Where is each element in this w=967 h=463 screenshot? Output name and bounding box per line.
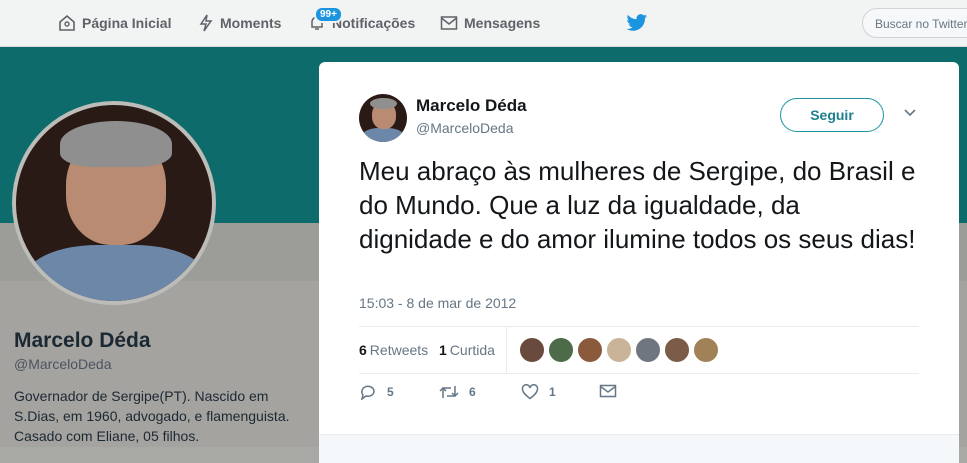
chevron-down-icon[interactable] bbox=[903, 108, 917, 118]
nav-home-label: Página Inicial bbox=[82, 15, 172, 31]
top-navigation-bar: Página Inicial Moments Notificações 99+ … bbox=[0, 0, 967, 47]
profile-avatar[interactable] bbox=[12, 101, 216, 305]
lightning-icon bbox=[199, 14, 213, 32]
profile-name: Marcelo Déda bbox=[14, 329, 151, 352]
tweet-actions: 5 6 1 bbox=[359, 384, 659, 408]
envelope-icon bbox=[599, 384, 617, 398]
direct-message-button[interactable] bbox=[599, 384, 627, 398]
engager-avatar[interactable] bbox=[577, 337, 603, 363]
nav-messages[interactable]: Mensagens bbox=[440, 0, 540, 46]
profile-handle[interactable]: @MarceloDeda bbox=[14, 356, 111, 372]
nav-messages-label: Mensagens bbox=[464, 15, 541, 31]
likes-label: Curtida bbox=[449, 342, 495, 358]
twitter-bird-icon[interactable] bbox=[626, 13, 648, 33]
tweet-text: Meu abraço às mulheres de Sergipe, do Br… bbox=[359, 156, 916, 254]
tweet-modal: Marcelo Déda @MarceloDeda Seguir Meu abr… bbox=[319, 62, 959, 463]
engager-avatar[interactable] bbox=[693, 337, 719, 363]
like-count: 1 bbox=[549, 385, 556, 399]
reply-count: 5 bbox=[387, 385, 394, 399]
engager-avatar[interactable] bbox=[635, 337, 661, 363]
retweets-label: Retweets bbox=[369, 342, 429, 358]
retweets-stat[interactable]: 6 Retweets bbox=[359, 327, 428, 373]
reply-icon bbox=[360, 385, 375, 400]
tweet-author-handle[interactable]: @MarceloDeda bbox=[416, 120, 513, 136]
nav-moments-label: Moments bbox=[220, 15, 282, 31]
tweet-author-name[interactable]: Marcelo Déda bbox=[416, 96, 527, 116]
engager-avatar[interactable] bbox=[548, 337, 574, 363]
follow-button[interactable]: Seguir bbox=[780, 98, 884, 132]
retweets-count: 6 bbox=[359, 342, 367, 358]
engager-avatar[interactable] bbox=[606, 337, 632, 363]
nav-moments[interactable]: Moments bbox=[198, 0, 281, 46]
tweet-stats: 6 Retweets 1 Curtida bbox=[359, 326, 919, 374]
notifications-badge: 99+ bbox=[314, 6, 343, 23]
retweet-icon bbox=[439, 386, 459, 398]
nav-notifications-label: Notificações bbox=[332, 15, 416, 31]
engager-avatar[interactable] bbox=[664, 337, 690, 363]
tweet-author-avatar[interactable] bbox=[359, 94, 407, 142]
retweet-button[interactable]: 6 bbox=[439, 384, 476, 400]
likes-count: 1 bbox=[439, 342, 447, 358]
nav-home[interactable]: Página Inicial bbox=[58, 0, 171, 46]
search-input[interactable]: Buscar no Twitter bbox=[862, 8, 967, 38]
envelope-icon bbox=[440, 16, 458, 30]
stats-divider bbox=[506, 327, 507, 373]
like-button[interactable]: 1 bbox=[521, 384, 556, 400]
retweet-count: 6 bbox=[469, 385, 476, 399]
engager-avatar[interactable] bbox=[519, 337, 545, 363]
reply-area bbox=[319, 434, 959, 463]
profile-bio: Governador de Sergipe(PT). Nascido em S.… bbox=[14, 388, 290, 444]
likes-stat[interactable]: 1 Curtida bbox=[439, 327, 495, 373]
home-icon bbox=[59, 14, 75, 31]
tweet-timestamp[interactable]: 15:03 - 8 de mar de 2012 bbox=[359, 295, 516, 311]
heart-icon bbox=[521, 384, 539, 400]
reply-button[interactable]: 5 bbox=[359, 384, 394, 400]
